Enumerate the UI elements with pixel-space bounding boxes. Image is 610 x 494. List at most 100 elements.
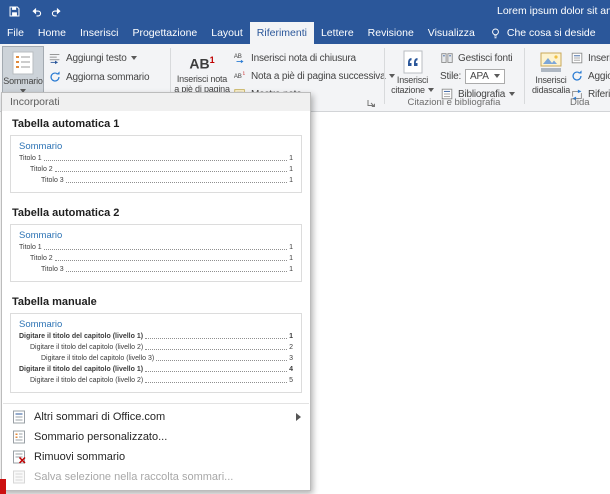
menu-item-label: Sommario personalizzato... (34, 431, 168, 443)
aggiorna-tabella-label: Aggio (588, 70, 610, 82)
gallery-item-tabella-automatica-2[interactable]: Sommario Titolo 1 1 Titolo 2 1 Titolo 3 1 (10, 224, 302, 282)
tab-lettere[interactable]: Lettere (314, 22, 361, 44)
toc-entry-text: Digitare il titolo del capitolo (livello… (19, 366, 144, 373)
dot-leader (43, 249, 288, 250)
tab-visualizza[interactable]: Visualizza (421, 22, 482, 44)
svg-text:AB: AB (234, 53, 242, 60)
svg-text:AB: AB (234, 73, 242, 80)
dialog-launcher-icon (367, 100, 375, 107)
menu-item-altri-sommari[interactable]: Altri sommari di Office.com (2, 407, 310, 427)
svg-text:1: 1 (243, 70, 246, 75)
tab-inserisci[interactable]: Inserisci (73, 22, 126, 44)
inserisci-didascalia-button[interactable]: Inserisci didascalia (528, 46, 574, 108)
toc-preview-heading: Sommario (19, 230, 63, 241)
stile-select[interactable]: APA (465, 68, 505, 84)
menu-item-sommario-personalizzato[interactable]: Sommario personalizzato... (2, 427, 310, 447)
aggiungi-testo-button[interactable]: Aggiungi testo (48, 49, 137, 67)
dot-leader (65, 271, 288, 272)
endnote-icon: AB (234, 53, 244, 64)
menu-item-salva-selezione: Salva selezione nella raccolta sommari..… (2, 467, 310, 487)
manage-sources-icon (441, 53, 453, 63)
stile-citazione-control: Stile: APA (440, 67, 505, 85)
dot-leader (145, 349, 288, 350)
toc-entry-text: Titolo 1 (19, 244, 42, 251)
didascalia-label-1: Inserisci (535, 75, 567, 85)
redo-icon (51, 7, 61, 17)
toc-page-number: 5 (289, 377, 293, 384)
inserisci-nota-chiusura-button[interactable]: AB Inserisci nota di chiusura (233, 49, 356, 67)
toc-page-number: 1 (289, 166, 293, 173)
undo-button[interactable] (27, 3, 45, 19)
tab-file[interactable]: File (0, 22, 31, 44)
toc-entry-text: Digitare il titolo del capitolo (livello… (30, 344, 144, 351)
gallery-title-manuale: Tabella manuale (12, 296, 97, 308)
gallery-item-tabella-manuale[interactable]: Sommario Digitare il titolo del capitolo… (10, 313, 302, 393)
toc-preview-line: Digitare il titolo del capitolo (livello… (19, 333, 293, 341)
add-text-icon (49, 54, 60, 65)
dropdown-arrow-icon (427, 88, 434, 92)
dot-leader (65, 182, 288, 183)
redo-button[interactable] (47, 3, 65, 19)
toc-entry-text: Digitare il titolo del capitolo (livello… (41, 355, 155, 362)
inserisci-indice-figure-button[interactable]: Inserisci (570, 49, 610, 67)
menu-item-label: Rimuovi sommario (34, 451, 126, 463)
gestisci-fonti-label: Gestisci fonti (458, 52, 513, 64)
toc-entry-text: Titolo 3 (41, 266, 64, 273)
toc-preview-heading: Sommario (19, 319, 63, 330)
toc-preview-line: Titolo 3 1 (19, 177, 293, 185)
aggiorna-tabella-button[interactable]: Aggio (570, 67, 610, 85)
dot-leader (145, 338, 288, 339)
menu-item-label: Altri sommari di Office.com (34, 411, 166, 423)
aggiorna-sommario-button[interactable]: Aggiorna sommario (48, 68, 150, 86)
toc-preview-line: Titolo 2 1 (19, 255, 293, 263)
tab-riferimenti[interactable]: Riferimenti (249, 22, 314, 44)
tellme-box[interactable]: Che cosa si deside (482, 22, 603, 44)
dot-leader (43, 160, 288, 161)
tab-revisione[interactable]: Revisione (361, 22, 421, 44)
toc-preview-line: Titolo 3 1 (19, 266, 293, 274)
ribbon-tab-bar: File Home Inserisci Progettazione Layout… (0, 22, 610, 44)
dropdown-arrow-icon (493, 74, 500, 78)
dot-leader (145, 371, 288, 372)
aggiorna-sommario-label: Aggiorna sommario (66, 71, 150, 83)
toc-entry-text: Digitare il titolo del capitolo (livello… (30, 377, 144, 384)
menu-separator (3, 403, 309, 404)
lightbulb-icon (491, 27, 499, 38)
toc-entry-text: Titolo 3 (41, 177, 64, 184)
nota-successiva-label: Nota a piè di pagina successiva (251, 70, 386, 82)
update-toc-icon (50, 71, 60, 82)
gestisci-fonti-button[interactable]: Gestisci fonti (440, 49, 513, 67)
dropdown-arrow-icon (130, 56, 137, 60)
nota-successiva-button[interactable]: AB 1 Nota a piè di pagina successiva (233, 67, 396, 85)
insert-caption-icon (538, 49, 564, 75)
office-toc-icon (11, 409, 27, 425)
titlebar: Lorem ipsum dolor sit amet - Wo (0, 0, 610, 22)
dropdown-arrow-icon (509, 92, 516, 96)
toc-page-number: 1 (289, 155, 293, 162)
inserisci-nota-chiusura-label: Inserisci nota di chiusura (251, 52, 356, 64)
tab-progettazione[interactable]: Progettazione (125, 22, 204, 44)
insert-table-figures-icon (571, 52, 583, 64)
tab-layout[interactable]: Layout (204, 22, 250, 44)
tellme-label: Che cosa si deside (506, 27, 596, 39)
footnote-ab1-glyph: AB1 (189, 55, 215, 72)
footnotes-dialog-launcher[interactable] (366, 95, 376, 113)
toc-preview-line: Digitare il titolo del capitolo (livello… (19, 355, 293, 363)
undo-icon (31, 7, 41, 17)
remove-toc-icon (11, 449, 27, 465)
toc-page-number: 3 (289, 355, 293, 362)
dot-leader (54, 171, 288, 172)
toc-preview-line: Titolo 1 1 (19, 244, 293, 252)
aggiungi-testo-label: Aggiungi testo (66, 52, 127, 64)
sommario-dropdown: Incorporati Tabella automatica 1 Sommari… (1, 92, 311, 491)
menu-item-rimuovi-sommario[interactable]: Rimuovi sommario (2, 447, 310, 467)
toc-entry-text: Titolo 2 (30, 166, 53, 173)
group-divider (524, 48, 525, 104)
window-title: Lorem ipsum dolor sit amet - Wo (497, 5, 610, 17)
gallery-item-tabella-automatica-1[interactable]: Sommario Titolo 1 1 Titolo 2 1 Titolo 3 1 (10, 135, 302, 193)
save-button[interactable] (5, 3, 23, 19)
toc-entry-text: Digitare il titolo del capitolo (livello… (19, 333, 144, 340)
gallery-title-auto1: Tabella automatica 1 (12, 118, 120, 130)
tab-home[interactable]: Home (31, 22, 73, 44)
update-table-icon (572, 70, 582, 81)
